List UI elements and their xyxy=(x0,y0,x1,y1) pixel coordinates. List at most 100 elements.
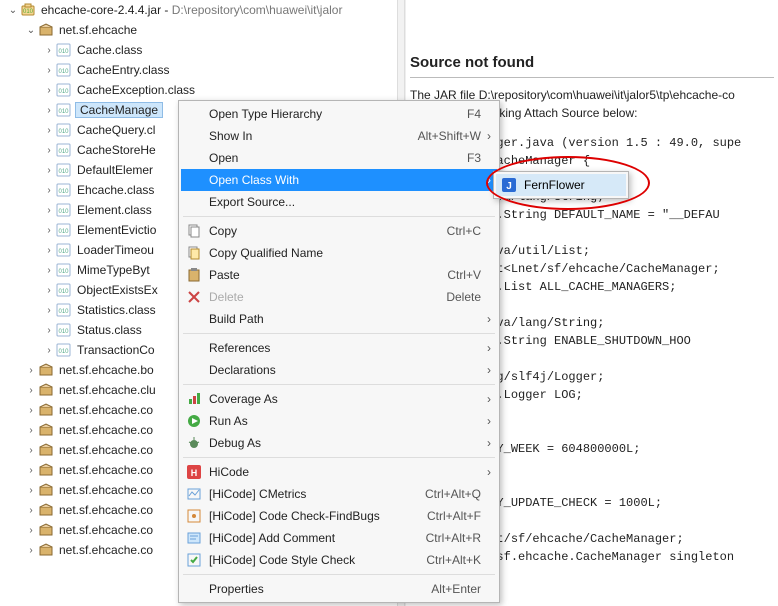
menu-item-open[interactable]: OpenF3 xyxy=(181,147,497,169)
context-menu[interactable]: Open Type HierarchyF4Show InAlt+Shift+W›… xyxy=(178,100,500,603)
class-file-label: MimeTypeByt xyxy=(75,263,150,277)
submenu-arrow-icon: › xyxy=(481,341,491,355)
expand-icon[interactable]: › xyxy=(42,183,56,197)
class-file-node[interactable]: ›010Cache.class xyxy=(2,40,397,60)
package-icon xyxy=(38,482,54,498)
menu-item-delete: DeleteDelete xyxy=(181,286,497,308)
expand-icon[interactable]: › xyxy=(24,443,38,457)
class-file-node[interactable]: ›010CacheEntry.class xyxy=(2,60,397,80)
class-file-node[interactable]: ›010CacheException.class xyxy=(2,80,397,100)
menu-item-hicode-add-comment[interactable]: [HiCode] Add CommentCtrl+Alt+R xyxy=(181,527,497,549)
menu-item-declarations[interactable]: Declarations› xyxy=(181,359,497,381)
expand-icon[interactable]: › xyxy=(42,43,56,57)
menu-item-shortcut: Alt+Enter xyxy=(423,582,481,596)
expand-icon[interactable]: › xyxy=(24,463,38,477)
svg-text:010: 010 xyxy=(58,349,69,355)
expand-icon[interactable]: › xyxy=(24,543,38,557)
expand-icon[interactable]: › xyxy=(42,243,56,257)
open-class-with-submenu[interactable]: J FernFlower xyxy=(493,171,629,199)
menu-item-coverage-as[interactable]: Coverage As› xyxy=(181,388,497,410)
expand-icon[interactable]: › xyxy=(42,223,56,237)
expand-icon[interactable]: › xyxy=(24,523,38,537)
menu-item-open-class-with[interactable]: Open Class With› xyxy=(181,169,497,191)
submenu-arrow-icon: › xyxy=(481,465,491,479)
menu-item-hicode-cmetrics[interactable]: [HiCode] CMetricsCtrl+Alt+Q xyxy=(181,483,497,505)
menu-item-hicode-code-style-check[interactable]: [HiCode] Code Style CheckCtrl+Alt+K xyxy=(181,549,497,571)
menu-item-hicode[interactable]: HHiCode › xyxy=(181,461,497,483)
package-label: net.sf.ehcache.co xyxy=(57,503,153,517)
class-file-label: CacheException.class xyxy=(75,83,195,97)
expand-icon[interactable]: › xyxy=(42,103,56,117)
expand-icon[interactable]: › xyxy=(42,343,56,357)
class-file-label: ObjectExistsEx xyxy=(75,283,158,297)
menu-item-shortcut: Ctrl+Alt+K xyxy=(418,553,481,567)
expand-icon[interactable]: › xyxy=(42,203,56,217)
expand-icon[interactable]: › xyxy=(24,403,38,417)
jar-path: D:\repository\com\huawei\it\jalor xyxy=(172,3,343,17)
expand-icon[interactable]: › xyxy=(42,283,56,297)
menu-item-build-path[interactable]: Build Path› xyxy=(181,308,497,330)
expand-icon[interactable]: › xyxy=(24,503,38,517)
collapse-icon[interactable]: ⌄ xyxy=(6,3,20,17)
menu-item-shortcut: Ctrl+V xyxy=(439,268,481,282)
package-label: net.sf.ehcache.co xyxy=(57,543,153,557)
class-file-label: CacheManage xyxy=(75,102,163,118)
class-file-icon: 010 xyxy=(56,102,72,118)
menu-item-shortcut: Ctrl+Alt+R xyxy=(418,531,481,545)
fernflower-item[interactable]: J FernFlower xyxy=(496,174,626,196)
menu-item-hicode-code-check-findbugs[interactable]: [HiCode] Code Check-FindBugsCtrl+Alt+F xyxy=(181,505,497,527)
expand-icon[interactable]: › xyxy=(42,63,56,77)
svg-text:J: J xyxy=(506,181,512,192)
package-node[interactable]: ⌄ net.sf.ehcache xyxy=(2,20,397,40)
class-file-icon: 010 xyxy=(56,142,72,158)
menu-item-debug-as[interactable]: Debug As› xyxy=(181,432,497,454)
menu-item-references[interactable]: References› xyxy=(181,337,497,359)
expand-icon[interactable]: › xyxy=(42,303,56,317)
menu-separator xyxy=(183,457,495,458)
package-icon xyxy=(38,542,54,558)
class-file-icon: 010 xyxy=(56,42,72,58)
class-file-icon: 010 xyxy=(56,262,72,278)
expand-icon[interactable]: › xyxy=(42,123,56,137)
svg-text:010: 010 xyxy=(58,49,69,55)
expand-icon[interactable]: › xyxy=(42,323,56,337)
expand-icon[interactable]: › xyxy=(24,423,38,437)
class-file-icon: 010 xyxy=(56,302,72,318)
expand-icon[interactable]: › xyxy=(24,483,38,497)
menu-item-copy[interactable]: CopyCtrl+C xyxy=(181,220,497,242)
menu-item-label: HiCode xyxy=(205,465,473,479)
menu-item-icon xyxy=(183,530,205,546)
menu-item-label: Copy Qualified Name xyxy=(205,246,473,260)
menu-item-label: Build Path xyxy=(205,312,473,326)
menu-item-paste[interactable]: PasteCtrl+V xyxy=(181,264,497,286)
package-label: net.sf.ehcache xyxy=(57,23,137,37)
class-file-icon: 010 xyxy=(56,242,72,258)
menu-item-shortcut: Ctrl+Alt+Q xyxy=(417,487,481,501)
expand-icon[interactable]: › xyxy=(42,163,56,177)
menu-item-properties[interactable]: PropertiesAlt+Enter xyxy=(181,578,497,600)
menu-item-label: Properties xyxy=(205,582,423,596)
menu-item-label: Open Type Hierarchy xyxy=(205,107,459,121)
svg-text:010: 010 xyxy=(58,169,69,175)
menu-item-label: Show In xyxy=(205,129,410,143)
expand-icon[interactable]: › xyxy=(42,83,56,97)
expand-icon[interactable]: › xyxy=(42,143,56,157)
menu-item-export-source[interactable]: Export Source... xyxy=(181,191,497,213)
expand-icon[interactable]: › xyxy=(24,363,38,377)
jar-node[interactable]: ⌄ 010 ehcache-core-2.4.4.jar - D:\reposi… xyxy=(2,0,397,20)
menu-item-show-in[interactable]: Show InAlt+Shift+W› xyxy=(181,125,497,147)
expand-icon[interactable]: › xyxy=(24,383,38,397)
menu-item-run-as[interactable]: Run As› xyxy=(181,410,497,432)
collapse-icon[interactable]: ⌄ xyxy=(24,23,38,37)
package-icon xyxy=(38,422,54,438)
menu-item-open-type-hierarchy[interactable]: Open Type HierarchyF4 xyxy=(181,103,497,125)
package-icon xyxy=(38,522,54,538)
package-label: net.sf.ehcache.co xyxy=(57,423,153,437)
menu-item-label: [HiCode] CMetrics xyxy=(205,487,417,501)
svg-text:010: 010 xyxy=(58,229,69,235)
class-file-label: LoaderTimeou xyxy=(75,243,154,257)
menu-item-icon: H xyxy=(183,464,205,480)
menu-item-copy-qualified-name[interactable]: Copy Qualified Name xyxy=(181,242,497,264)
expand-icon[interactable]: › xyxy=(42,263,56,277)
jar-label: ehcache-core-2.4.4.jar xyxy=(41,3,161,17)
